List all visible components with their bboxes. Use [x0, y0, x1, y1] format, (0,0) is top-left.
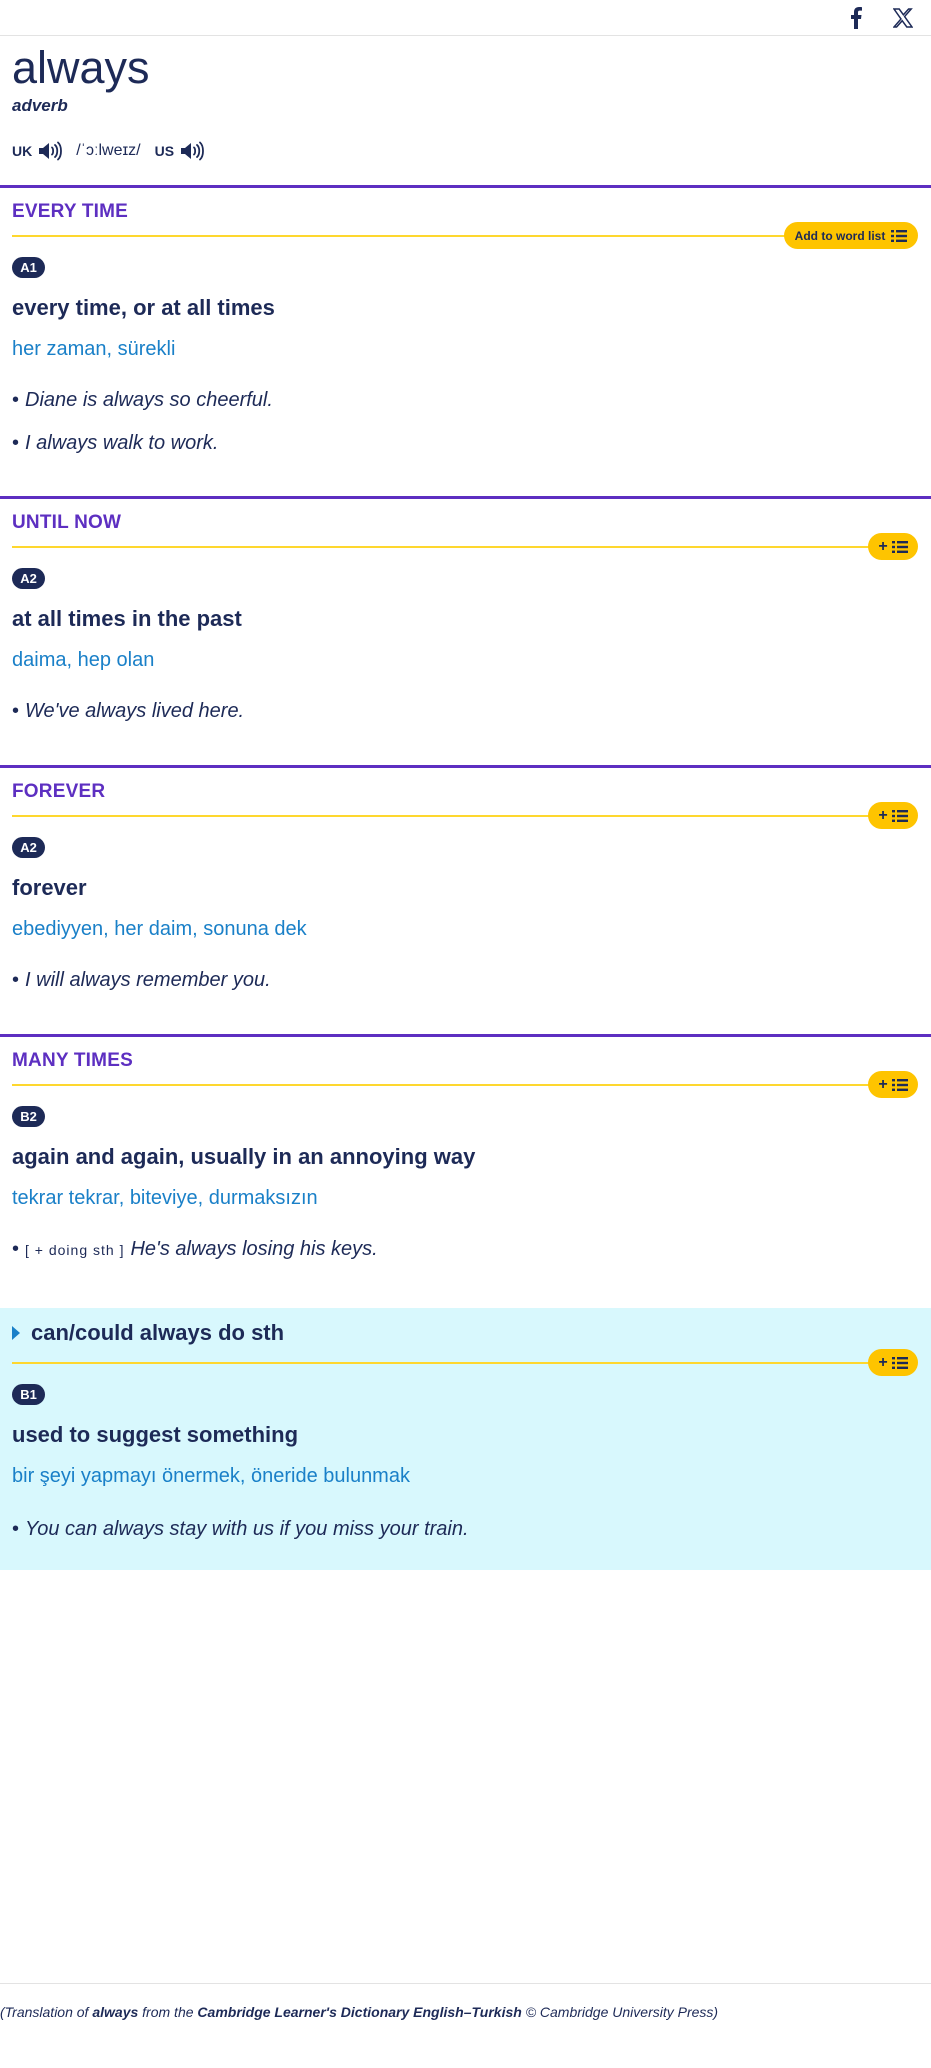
add-to-word-list-button[interactable]: +	[868, 1349, 918, 1376]
translation-credit: (Translation of always from the Cambridg…	[0, 2004, 718, 2020]
ipa-text: /ˈɔːlweɪz/	[76, 142, 141, 159]
example-text: He's always losing his keys.	[130, 1238, 378, 1260]
add-to-word-list-button[interactable]: +	[868, 1071, 918, 1098]
plus-icon: +	[878, 1075, 888, 1093]
plus-icon: +	[878, 537, 888, 555]
sense-divider	[0, 765, 931, 768]
cefr-level-badge: A2	[12, 837, 45, 858]
add-to-word-list-button[interactable]: +	[868, 802, 918, 829]
example-text: Diane is always so cheerful.	[25, 389, 273, 411]
section-underline	[12, 1084, 872, 1086]
credit-post: © Cambridge University Press)	[521, 2004, 719, 2020]
plus-icon: +	[878, 1353, 888, 1371]
example-text: We've always lived here.	[25, 700, 245, 722]
cefr-level-badge: B2	[12, 1106, 45, 1127]
example: • I always walk to work.	[12, 432, 219, 454]
translation: tekrar tekrar, biteviye, durmaksızın	[12, 1187, 318, 1209]
credit-pre: (Translation of	[0, 2004, 93, 2020]
translation: bir şeyi yapmayı önermek, öneride bulunm…	[12, 1465, 410, 1487]
translation: her zaman, sürekli	[12, 338, 176, 360]
section-underline	[12, 815, 872, 817]
uk-label: UK	[12, 143, 33, 159]
cefr-level-badge: B1	[12, 1384, 45, 1405]
credit-dictionary: Cambridge Learner's Dictionary English–T…	[197, 2004, 522, 2020]
cefr-level-badge: A2	[12, 568, 45, 589]
guideword: FOREVER	[12, 781, 106, 802]
list-icon	[891, 1078, 908, 1091]
credit-word: always	[92, 2004, 139, 2020]
phrase-title[interactable]: can/could always do sth	[12, 1320, 284, 1346]
definition: again and again, usually in an annoying …	[12, 1144, 476, 1169]
add-to-word-list-label: Add to word list	[794, 228, 886, 243]
guideword: UNTIL NOW	[12, 512, 122, 533]
credit-mid: from the	[138, 2004, 198, 2020]
top-bar	[0, 0, 931, 36]
sense-divider	[0, 1034, 931, 1037]
headword: always	[12, 42, 150, 93]
example: • Diane is always so cheerful.	[12, 389, 273, 411]
example: •[ + doing sth ] He's always losing his k…	[12, 1238, 378, 1260]
sense-divider	[0, 496, 931, 499]
section-underline	[12, 1362, 872, 1364]
definition: used to suggest something	[12, 1422, 299, 1447]
definition: every time, or at all times	[12, 295, 275, 320]
guideword: MANY TIMES	[12, 1050, 133, 1071]
guideword: EVERY TIME	[12, 201, 129, 222]
list-icon	[891, 1356, 908, 1369]
list-icon	[891, 809, 908, 822]
grammar-code: [ + doing sth ]	[25, 1242, 125, 1258]
us-label: US	[154, 143, 175, 159]
example-text: You can always stay with us if you miss …	[25, 1518, 469, 1540]
footer-divider	[0, 1983, 931, 1984]
x-icon[interactable]	[886, 3, 920, 33]
definition: forever	[12, 875, 87, 900]
part-of-speech: adverb	[12, 96, 68, 115]
uk-speaker-icon[interactable]	[38, 141, 63, 161]
caret-right-icon	[12, 1326, 20, 1340]
section-underline	[12, 546, 872, 548]
plus-icon: +	[878, 806, 888, 824]
list-icon	[891, 229, 908, 242]
section-underline	[12, 235, 787, 237]
example: • I will always remember you.	[12, 969, 271, 991]
example-text: I will always remember you.	[25, 969, 271, 991]
phrase-title-text: can/could always do sth	[31, 1320, 285, 1345]
example: • We've always lived here.	[12, 700, 245, 722]
translation: ebediyyen, her daim, sonuna dek	[12, 918, 307, 940]
example: • You can always stay with us if you miss…	[12, 1518, 469, 1540]
add-to-word-list-button[interactable]: Add to word list	[784, 222, 918, 249]
example-text: I always walk to work.	[25, 432, 219, 454]
us-speaker-icon[interactable]	[180, 141, 204, 161]
cefr-level-badge: A1	[12, 257, 45, 278]
add-to-word-list-button[interactable]: +	[868, 533, 918, 560]
sense-divider	[0, 185, 931, 188]
list-icon	[891, 540, 908, 553]
pronunciation-row: UK /ˈɔːlweɪz/ US	[12, 138, 204, 164]
definition: at all times in the past	[12, 606, 242, 631]
facebook-icon[interactable]	[839, 3, 873, 33]
translation: daima, hep olan	[12, 649, 155, 671]
